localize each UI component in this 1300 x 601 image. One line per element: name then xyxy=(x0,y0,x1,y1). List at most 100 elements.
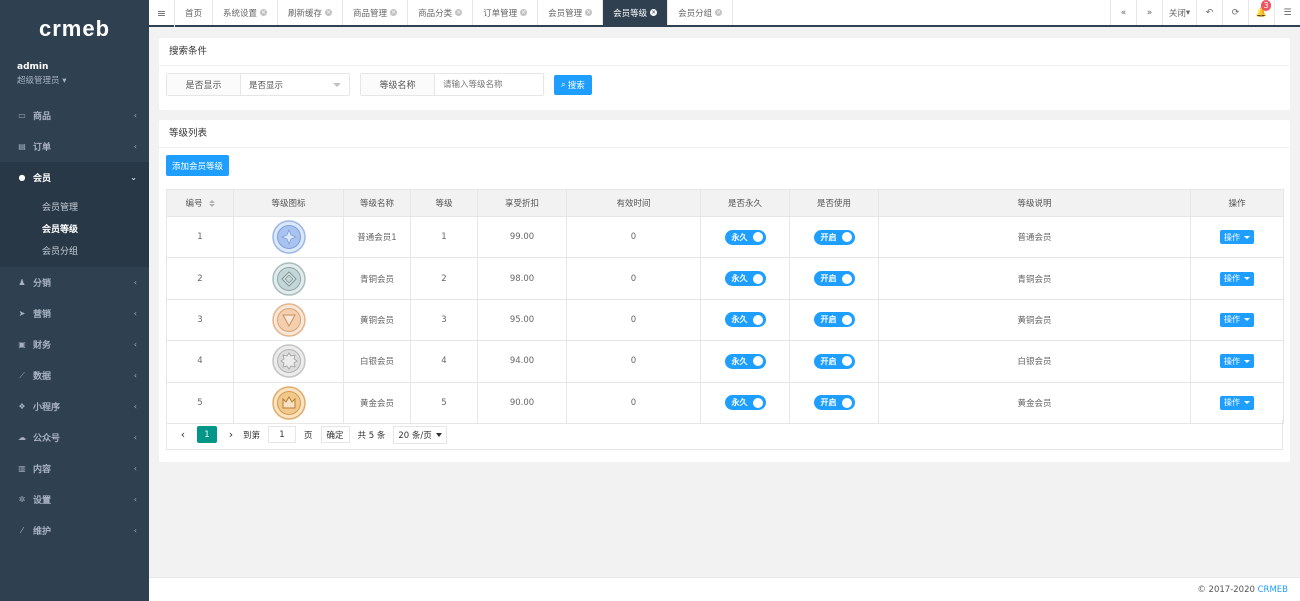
use-switch[interactable]: 开启 xyxy=(813,353,855,369)
chevron-left-icon: ‹ xyxy=(133,433,137,442)
operation-dropdown-button[interactable]: 操作 xyxy=(1220,230,1254,245)
scroll-tabs-right-button[interactable]: » xyxy=(1136,0,1162,25)
add-level-button[interactable]: 添加会员等级 xyxy=(166,155,230,176)
tab-refresh-cache[interactable]: 刷新缓存 × xyxy=(278,0,344,25)
tab-home[interactable]: 首页 xyxy=(175,0,214,25)
cell-icon xyxy=(233,215,344,259)
sort-icon[interactable] xyxy=(208,200,215,207)
page-size-select[interactable]: 20 条/页 xyxy=(393,425,447,444)
chart-icon: ⟋ xyxy=(19,370,25,380)
use-switch[interactable]: 开启 xyxy=(813,395,855,411)
close-icon[interactable]: × xyxy=(260,9,268,16)
show-filter-field: 是否显示 是否显示 xyxy=(166,73,350,96)
caret-down-icon xyxy=(1244,359,1250,363)
cell-id: 5 xyxy=(166,381,234,424)
tab-product-category[interactable]: 商品分类 × xyxy=(408,0,474,25)
forever-switch[interactable]: 永久 xyxy=(724,271,766,287)
total-count: 共 5 条 xyxy=(357,430,386,441)
submenu-member-level[interactable]: 会员等级 xyxy=(0,217,149,239)
forever-switch[interactable]: 永久 xyxy=(724,353,766,369)
page-unit-label: 页 xyxy=(304,430,313,441)
scroll-tabs-left-button[interactable]: « xyxy=(1110,0,1136,25)
close-tabs-dropdown[interactable]: 关闭 ▾ xyxy=(1162,0,1196,25)
goto-label: 到第 xyxy=(243,430,261,441)
col-id[interactable]: 编号 xyxy=(166,189,234,217)
cell-name: 黄铜会员 xyxy=(343,298,411,342)
sidebar-item-order[interactable]: ▤ 订单 ‹ xyxy=(0,131,149,162)
refresh-icon: ⟳ xyxy=(1231,7,1240,18)
cell-forever: 永久 xyxy=(700,340,790,383)
close-icon[interactable]: × xyxy=(520,9,528,16)
cell-grade: 3 xyxy=(410,298,478,342)
undo-icon: ↶ xyxy=(1205,7,1214,18)
sidebar-item-content[interactable]: ▥ 内容 ‹ xyxy=(0,453,149,484)
cell-operation: 操作 xyxy=(1190,215,1284,259)
orange-medal-icon xyxy=(271,303,306,337)
sidebar-item-finance[interactable]: ▣ 财务 ‹ xyxy=(0,329,149,360)
user-role-dropdown[interactable]: 超级管理员 ▾ xyxy=(17,74,132,86)
show-filter-label: 是否显示 xyxy=(167,74,241,95)
cell-use: 开启 xyxy=(789,215,879,259)
close-icon[interactable]: × xyxy=(455,9,463,16)
main-content: 搜索条件 是否显示 是否显示 等级名称 ⌕搜索 等级列表 添加会员等级 编号 xyxy=(149,27,1300,577)
sidebar-item-marketing[interactable]: ➤ 营销 ‹ xyxy=(0,298,149,329)
sidebar-item-data[interactable]: ⟋ 数据 ‹ xyxy=(0,360,149,391)
tab-product-manage[interactable]: 商品管理 × xyxy=(343,0,409,25)
forever-switch[interactable]: 永久 xyxy=(724,229,766,245)
forever-switch[interactable]: 永久 xyxy=(724,395,766,411)
table-row: 5 黄金会员 5 90.00 0 永久 开启 黄金会员 操作 xyxy=(166,381,1284,424)
cell-discount: 99.00 xyxy=(477,215,567,259)
sidebar-item-distribution[interactable]: ♟ 分销 ‹ xyxy=(0,267,149,298)
sidebar-toggle-button[interactable]: ☰ xyxy=(1274,0,1300,25)
cell-operation: 操作 xyxy=(1190,257,1284,300)
tab-order-manage[interactable]: 订单管理 × xyxy=(473,0,539,25)
forever-switch[interactable]: 永久 xyxy=(724,312,766,328)
confirm-page-button[interactable]: 确定 xyxy=(320,426,350,443)
operation-dropdown-button[interactable]: 操作 xyxy=(1220,271,1254,286)
level-name-input[interactable] xyxy=(435,74,543,95)
page-number-input[interactable]: 1 xyxy=(268,426,297,443)
next-page-button[interactable]: › xyxy=(223,428,239,441)
operation-dropdown-button[interactable]: 操作 xyxy=(1220,354,1254,369)
sidebar-item-settings[interactable]: ✲ 设置 ‹ xyxy=(0,484,149,515)
use-switch[interactable]: 开启 xyxy=(813,312,855,328)
tab-member-group[interactable]: 会员分组 × xyxy=(668,0,734,25)
tab-member-level[interactable]: 会员等级 × xyxy=(603,0,669,25)
use-switch[interactable]: 开启 xyxy=(813,271,855,287)
book-icon: ▥ xyxy=(18,464,26,473)
top-tab-bar: ≡ 首页 系统设置 × 刷新缓存 × 商品管理 × 商品分类 × 订单管理 × 会员管理 ×… xyxy=(149,0,1300,27)
cell-forever: 永久 xyxy=(700,298,790,342)
submenu-member-group[interactable]: 会员分组 xyxy=(0,239,149,261)
close-icon[interactable]: × xyxy=(715,9,723,16)
use-switch[interactable]: 开启 xyxy=(813,229,855,245)
footer-brand-link[interactable]: CRMEB xyxy=(1258,585,1288,595)
sidebar-item-member[interactable]: ● 会员 ⌄ xyxy=(0,162,149,193)
close-icon[interactable]: × xyxy=(585,9,593,16)
sidebar-item-product[interactable]: ▭ 商品 ‹ xyxy=(0,100,149,131)
back-button[interactable]: ↶ xyxy=(1196,0,1222,25)
sidebar-item-wechat[interactable]: ☁ 公众号 ‹ xyxy=(0,422,149,453)
hamburger-icon: ≡ xyxy=(156,7,167,20)
cell-use: 开启 xyxy=(789,298,879,342)
silver-medal-icon xyxy=(271,344,306,379)
tab-system-settings[interactable]: 系统设置 × xyxy=(213,0,279,25)
close-icon[interactable]: × xyxy=(390,9,398,16)
submenu-member-manage[interactable]: 会员管理 xyxy=(0,195,149,217)
search-button[interactable]: ⌕ 搜索 xyxy=(554,74,592,95)
close-icon[interactable]: × xyxy=(650,9,658,16)
sidebar-item-maintenance[interactable]: ⁄ 维护 ‹ xyxy=(0,515,149,546)
list-title: 等级列表 xyxy=(159,120,1290,148)
prev-page-button[interactable]: ‹ xyxy=(175,428,191,441)
refresh-button[interactable]: ⟳ xyxy=(1222,0,1248,25)
sidebar-item-miniprogram[interactable]: ❖ 小程序 ‹ xyxy=(0,391,149,422)
tab-member-manage[interactable]: 会员管理 × xyxy=(538,0,604,25)
notification-button[interactable]: 🔔 3 xyxy=(1248,0,1274,25)
operation-dropdown-button[interactable]: 操作 xyxy=(1220,395,1254,410)
page-1-button[interactable]: 1 xyxy=(197,426,217,443)
close-icon[interactable]: × xyxy=(325,9,333,16)
cell-discount: 95.00 xyxy=(477,298,567,342)
caret-down-icon xyxy=(333,82,341,87)
menu-toggle-button[interactable]: ≡ xyxy=(149,0,175,27)
operation-dropdown-button[interactable]: 操作 xyxy=(1220,312,1254,327)
show-filter-select[interactable]: 是否显示 xyxy=(241,74,349,95)
